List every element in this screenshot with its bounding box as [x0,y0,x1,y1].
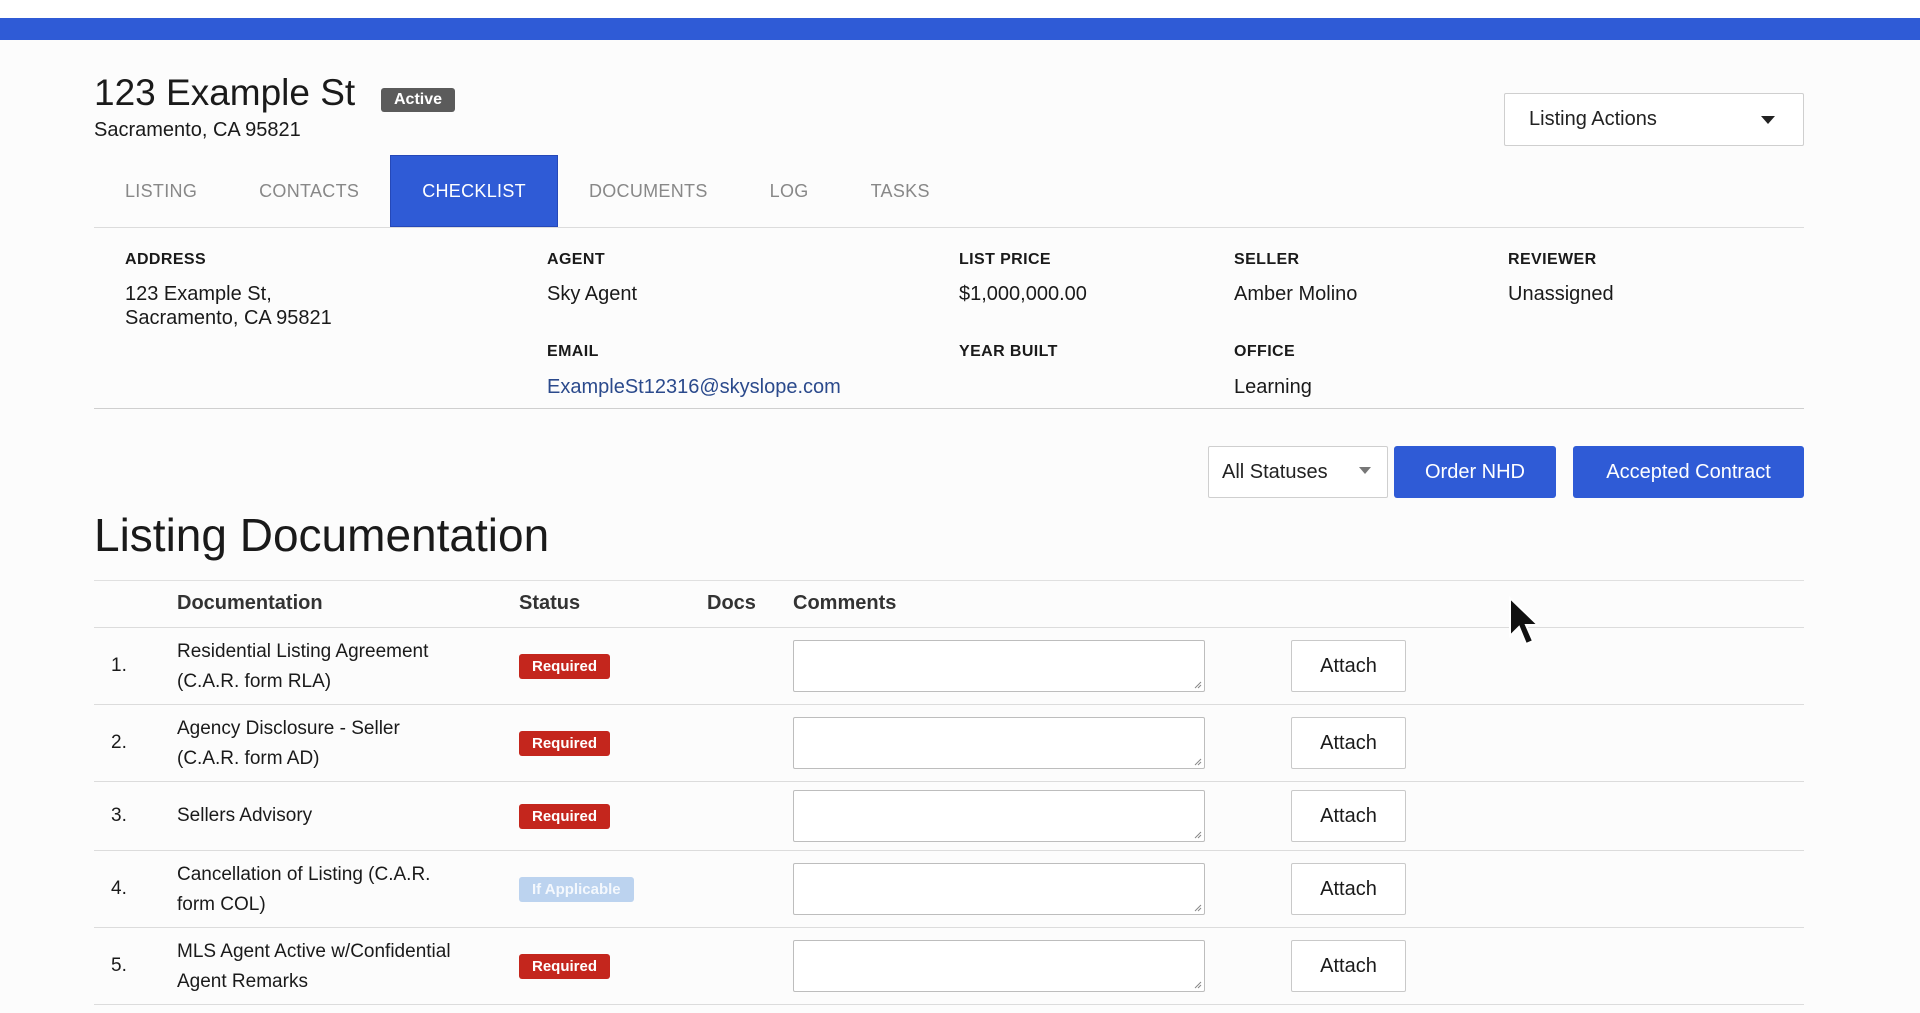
column-header-docs: Docs [707,592,756,614]
comment-textarea[interactable] [793,940,1205,992]
resize-grip-icon[interactable] [1192,756,1202,766]
order-nhd-button[interactable]: Order NHD [1394,446,1556,498]
resize-grip-icon[interactable] [1192,679,1202,689]
top-spacer [0,0,1920,18]
status-filter-label: All Statuses [1222,460,1328,483]
document-name: Cancellation of Listing (C.A.R. form COL… [177,860,507,920]
office-value: Learning [1234,376,1312,398]
status-badge: If Applicable [519,877,634,902]
address-line-1: 123 Example St, [125,283,272,305]
row-number: 4. [111,878,127,899]
office-label: OFFICE [1234,343,1296,360]
section-title: Listing Documentation [94,509,550,561]
page-subtitle-address: Sacramento, CA 95821 [94,119,301,141]
document-name-line: (C.A.R. form AD) [177,748,320,769]
address-line-2: Sacramento, CA 95821 [125,307,332,329]
document-name: Sellers Advisory [177,801,507,831]
resize-grip-icon[interactable] [1192,902,1202,912]
listing-actions-dropdown[interactable]: Listing Actions [1504,93,1804,146]
table-row: 1. Residential Listing Agreement (C.A.R.… [94,628,1804,705]
document-name-line: Residential Listing Agreement [177,641,429,662]
app-top-bar [0,18,1920,40]
column-header-documentation: Documentation [177,592,323,614]
attach-button[interactable]: Attach [1291,717,1406,769]
tab-documents[interactable]: DOCUMENTS [558,155,739,227]
comment-textarea[interactable] [793,717,1205,769]
email-label: EMAIL [547,343,599,360]
agent-value: Sky Agent [547,283,638,305]
status-filter-dropdown[interactable]: All Statuses [1208,446,1388,498]
address-value: 123 Example St, Sacramento, CA 95821 [125,282,332,330]
agent-label: AGENT [547,251,605,268]
tab-log[interactable]: LOG [739,155,840,227]
status-badge: Required [519,954,611,979]
row-divider [94,1004,1804,1005]
mouse-pointer-icon [1509,596,1540,646]
tab-checklist[interactable]: CHECKLIST [390,155,558,227]
list-price-value: $1,000,000.00 [959,283,1087,305]
reviewer-value: Unassigned [1508,283,1614,305]
tab-bar: LISTING CONTACTS CHECKLIST DOCUMENTS LOG… [94,155,961,227]
tab-listing[interactable]: LISTING [94,155,228,227]
tab-contacts[interactable]: CONTACTS [228,155,390,227]
listing-actions-label: Listing Actions [1529,108,1657,130]
column-header-comments: Comments [793,592,897,614]
reviewer-label: REVIEWER [1508,251,1597,268]
attach-button[interactable]: Attach [1291,940,1406,992]
email-link[interactable]: ExampleSt12316@skyslope.com [547,375,841,399]
row-number: 2. [111,732,127,753]
document-name-line: Agent Remarks [177,971,308,992]
document-name: MLS Agent Active w/Confidential Agent Re… [177,937,507,997]
document-name-line: MLS Agent Active w/Confidential [177,941,451,962]
table-row: 2. Agency Disclosure - Seller (C.A.R. fo… [94,705,1804,782]
seller-value: Amber Molino [1234,283,1358,305]
table-row: 5. MLS Agent Active w/Confidential Agent… [94,928,1804,1005]
table-row: 4. Cancellation of Listing (C.A.R. form … [94,851,1804,928]
status-badge: Active [381,88,456,112]
info-divider [94,408,1804,409]
status-badge: Required [519,654,611,679]
status-badge: Required [519,804,611,829]
attach-button[interactable]: Attach [1291,640,1406,692]
document-name-line: Agency Disclosure - Seller [177,718,400,739]
status-badge: Required [519,731,611,756]
document-name-line: (C.A.R. form RLA) [177,671,332,692]
resize-grip-icon[interactable] [1192,979,1202,989]
tab-divider [94,227,1804,228]
comment-textarea[interactable] [793,863,1205,915]
document-name-line: form COL) [177,894,266,915]
tab-tasks[interactable]: TASKS [840,155,961,227]
attach-button[interactable]: Attach [1291,863,1406,915]
document-name-line: Cancellation of Listing (C.A.R. [177,864,431,885]
accepted-contract-button[interactable]: Accepted Contract [1573,446,1804,498]
address-label: ADDRESS [125,251,207,268]
resize-grip-icon[interactable] [1192,829,1202,839]
comment-textarea[interactable] [793,790,1205,842]
document-name: Residential Listing Agreement (C.A.R. fo… [177,637,507,697]
row-number: 1. [111,655,127,676]
table-row: 3. Sellers Advisory Required Attach [94,782,1804,851]
document-name-line: Sellers Advisory [177,805,313,826]
year-built-label: YEAR BUILT [959,343,1058,360]
chevron-down-icon [1761,116,1775,124]
page-title: 123 Example St [94,72,356,113]
list-price-label: LIST PRICE [959,251,1052,268]
comment-textarea[interactable] [793,640,1205,692]
document-name: Agency Disclosure - Seller (C.A.R. form … [177,714,507,774]
seller-label: SELLER [1234,251,1300,268]
table-top-divider [94,580,1804,581]
chevron-down-icon [1359,467,1371,474]
column-header-status: Status [519,592,581,614]
row-number: 3. [111,805,127,826]
attach-button[interactable]: Attach [1291,790,1406,842]
row-number: 5. [111,955,127,976]
